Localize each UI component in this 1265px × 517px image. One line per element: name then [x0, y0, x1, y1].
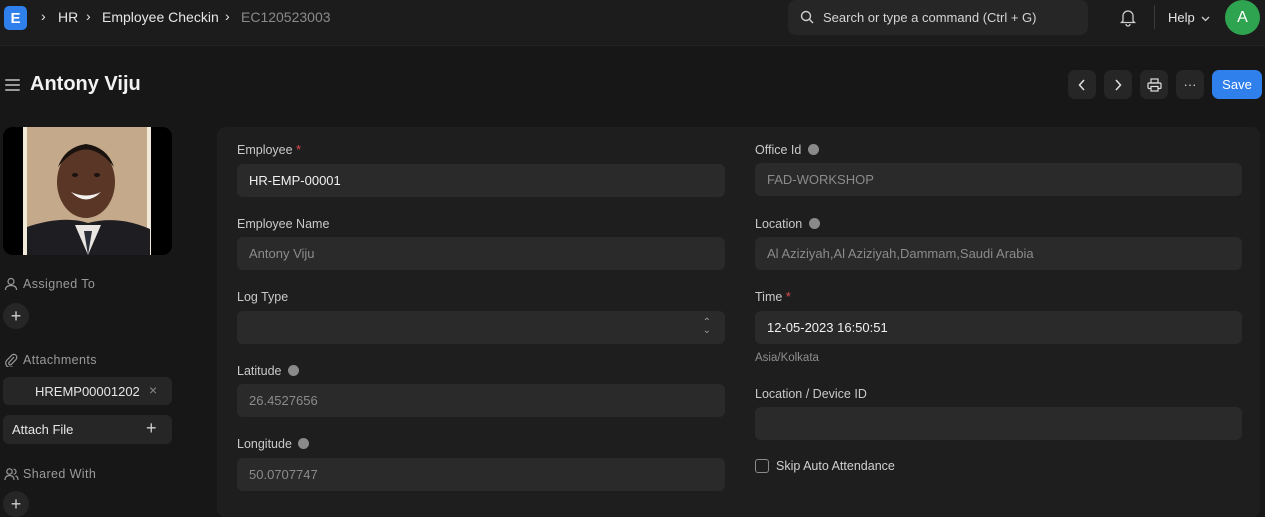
time-field[interactable]: 12-05-2023 16:50:51 [755, 311, 1242, 344]
location-field: Al Aziziyah,Al Aziziyah,Dammam,Saudi Ara… [755, 237, 1242, 270]
time-label-text: Time [755, 290, 783, 304]
timezone-note: Asia/Kolkata [755, 352, 819, 364]
attachment-name[interactable]: HREMP00001202 [35, 384, 145, 399]
location-label: Location [755, 217, 820, 231]
chevron-down-icon [1201, 16, 1210, 22]
printer-icon [1146, 77, 1162, 92]
latitude-field: 26.4527656 [237, 384, 725, 417]
attachment-item[interactable]: HREMP00001202 × [3, 377, 172, 405]
globe-icon [807, 144, 819, 155]
app-logo[interactable]: E [4, 6, 27, 30]
user-avatar[interactable]: A [1225, 0, 1260, 35]
device-id-field[interactable] [755, 407, 1242, 440]
globe-icon [298, 438, 310, 449]
next-record-button[interactable] [1104, 70, 1132, 99]
chevron-right-icon [1115, 78, 1122, 91]
shared-with-label: Shared With [23, 467, 97, 481]
longitude-label: Longitude [237, 437, 310, 451]
latitude-label: Latitude [237, 364, 299, 378]
user-icon [4, 277, 18, 291]
employee-label-text: Employee [237, 143, 293, 157]
attach-file-button[interactable]: Attach File + [3, 415, 172, 444]
breadcrumb-record[interactable]: EC120523003 [241, 9, 331, 25]
chevron-left-icon [1078, 78, 1085, 91]
chevron-right-icon: › [225, 8, 230, 24]
add-share-button[interactable]: + [3, 491, 29, 517]
location-label-text: Location [755, 217, 803, 231]
device-id-label: Location / Device ID [755, 387, 867, 401]
help-label: Help [1168, 10, 1195, 25]
chevron-right-icon: › [86, 8, 91, 24]
time-label: Time * [755, 290, 791, 304]
users-icon [4, 468, 19, 481]
required-mark: * [296, 143, 301, 157]
employee-photo[interactable] [3, 127, 172, 255]
log-type-label: Log Type [237, 290, 289, 304]
office-id-label: Office Id [755, 143, 819, 157]
add-assignment-button[interactable]: + [3, 303, 29, 329]
paperclip-icon [5, 353, 18, 367]
attachments-label: Attachments [23, 353, 97, 367]
employee-field[interactable]: HR-EMP-00001 [237, 164, 725, 197]
assigned-to-label: Assigned To [23, 277, 96, 291]
page-title: Antony Viju [30, 73, 141, 95]
search-placeholder: Search or type a command (Ctrl + G) [823, 10, 1037, 25]
employee-photo-image [3, 127, 172, 255]
help-menu[interactable]: Help [1168, 10, 1210, 25]
longitude-label-text: Longitude [237, 437, 292, 451]
longitude-field: 50.0707747 [237, 458, 725, 491]
globe-icon [808, 218, 820, 229]
breadcrumb-employee-checkin[interactable]: Employee Checkin [102, 9, 219, 25]
skip-auto-attendance-checkbox[interactable] [755, 459, 769, 473]
remove-attachment-icon[interactable]: × [149, 382, 157, 398]
chevron-right-icon: › [41, 8, 46, 24]
employee-name-label: Employee Name [237, 217, 330, 231]
breadcrumb-hr[interactable]: HR [58, 9, 78, 25]
search-input[interactable]: Search or type a command (Ctrl + G) [788, 0, 1088, 35]
navbar: E › HR › Employee Checkin › EC120523003 … [0, 0, 1265, 46]
office-id-field: FAD-WORKSHOP [755, 163, 1242, 196]
log-type-select[interactable]: ⌃ ⌄ [237, 311, 725, 344]
bell-icon[interactable] [1119, 8, 1137, 27]
office-id-label-text: Office Id [755, 143, 802, 157]
employee-name-field: Antony Viju [237, 237, 725, 270]
save-button[interactable]: Save [1212, 70, 1262, 99]
print-button[interactable] [1140, 70, 1168, 99]
plus-icon: + [146, 418, 157, 438]
navbar-divider [1154, 5, 1155, 29]
sidebar-toggle-icon[interactable] [5, 79, 20, 94]
employee-label: Employee * [237, 143, 301, 157]
previous-record-button[interactable] [1068, 70, 1096, 99]
required-mark: * [785, 290, 791, 304]
attach-file-label: Attach File [12, 422, 74, 437]
search-icon [800, 10, 814, 24]
more-actions-button[interactable]: ··· [1176, 70, 1204, 99]
latitude-label-text: Latitude [237, 364, 282, 378]
select-arrows-icon: ⌃ ⌄ [702, 317, 711, 336]
skip-auto-attendance-label[interactable]: Skip Auto Attendance [776, 459, 895, 473]
globe-icon [287, 365, 299, 376]
